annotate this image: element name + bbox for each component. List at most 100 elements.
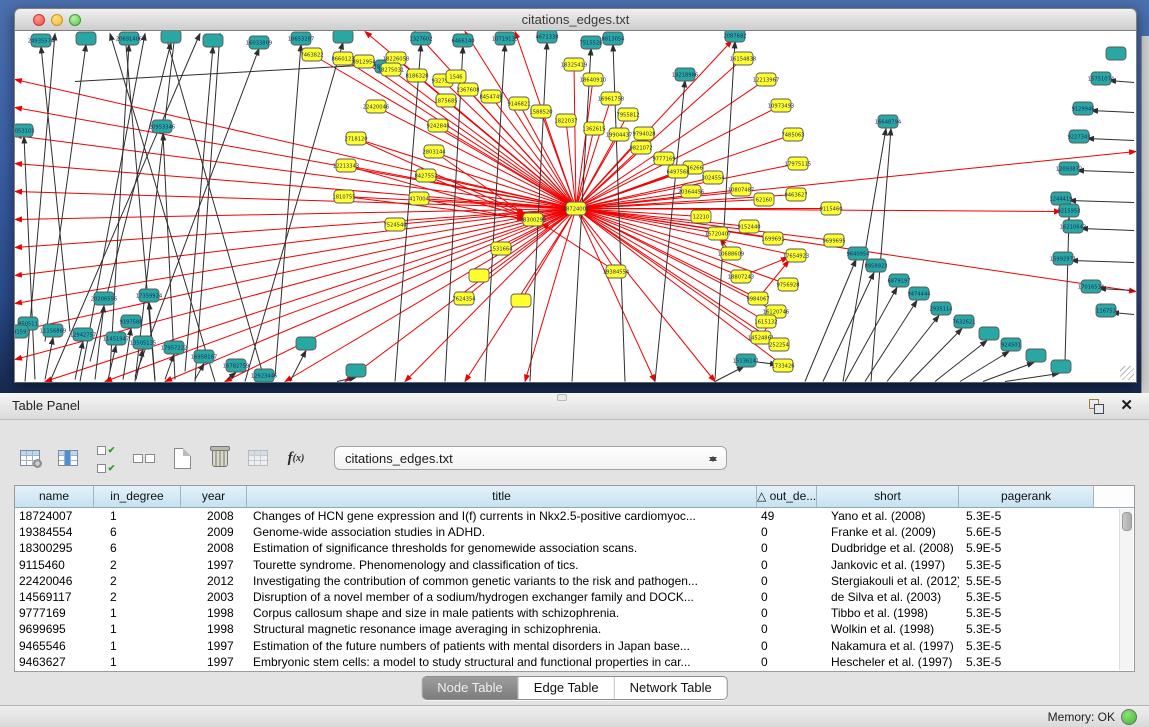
graph-node-yellow[interactable]: 2367608 <box>456 83 479 96</box>
graph-node-yellow[interactable]: 9152440 <box>737 220 760 233</box>
graph-node-teal[interactable]: 13505135 <box>130 336 156 349</box>
graph-node-yellow[interactable]: 1822037 <box>554 114 577 127</box>
table-row[interactable]: 1456911722003Disruption of a novel membe… <box>15 589 1134 605</box>
tab-network-table[interactable]: Network Table <box>614 677 727 699</box>
graph-node-yellow[interactable]: 18325419 <box>561 58 587 71</box>
graph-node-teal[interactable] <box>296 337 316 350</box>
column-header-short[interactable]: short <box>817 486 959 508</box>
table-row[interactable]: 911546021997Tourette syndrome. Phenomeno… <box>15 557 1134 573</box>
graph-node-yellow[interactable]: 1875685 <box>434 94 457 107</box>
graph-node-yellow[interactable]: 8660123 <box>331 52 354 65</box>
graph-node-yellow[interactable]: 18300295 <box>520 213 546 226</box>
graph-node-teal[interactable] <box>203 34 223 47</box>
graph-node-yellow[interactable]: 1362615 <box>582 122 605 135</box>
graph-node-teal[interactable]: 2935114 <box>929 302 953 315</box>
graph-node-teal[interactable]: 7515526 <box>579 36 602 49</box>
graph-node-yellow[interactable]: 16961758 <box>598 92 624 105</box>
graph-node-teal[interactable]: 9129946 <box>1071 102 1094 115</box>
graph-node-yellow[interactable]: 19904437 <box>606 128 632 141</box>
delete-column-icon[interactable] <box>208 446 232 470</box>
graph-node-teal[interactable]: 1327602 <box>409 32 432 45</box>
graph-node-yellow[interactable]: 16154838 <box>730 52 756 65</box>
graph-node-teal[interactable]: 20206556 <box>91 292 117 305</box>
graph-node-teal[interactable]: 16648794 <box>875 115 902 128</box>
graph-node-teal[interactable] <box>161 31 181 43</box>
create-column-icon[interactable] <box>170 446 194 470</box>
graph-node-yellow[interactable]: 2803144 <box>422 145 446 158</box>
graph-node-yellow[interactable]: 7624354 <box>452 292 476 305</box>
graph-node-yellow[interactable]: 12213967 <box>753 73 779 86</box>
graph-node-teal[interactable]: 17016534 <box>1078 280 1105 293</box>
graph-node-yellow[interactable]: 12213343 <box>333 159 359 172</box>
graph-node-teal[interactable]: 15992971 <box>1050 252 1076 265</box>
graph-node-yellow[interactable]: 8912954 <box>352 55 376 68</box>
graph-node-teal[interactable]: 924501 <box>1001 338 1021 351</box>
float-panel-button[interactable] <box>1089 399 1103 413</box>
column-header-in-degree[interactable]: in_degree <box>94 486 181 508</box>
graph-node-yellow[interactable]: 7524540 <box>383 218 406 231</box>
graph-node-teal[interactable]: 12942757 <box>70 328 96 341</box>
splitter-handle[interactable] <box>557 394 567 401</box>
column-header-year[interactable]: year <box>181 486 247 508</box>
graph-node-teal[interactable]: 24935574 <box>28 34 55 47</box>
graph-node-teal[interactable]: 4671338 <box>535 31 558 43</box>
graph-node-yellow[interactable]: 7955812 <box>616 108 639 121</box>
table-row[interactable]: 2242004622012Investigating the contribut… <box>15 573 1134 589</box>
graph-node-yellow[interactable]: 9463627 <box>784 188 807 201</box>
graph-node-teal[interactable]: 15136141 <box>733 354 759 367</box>
table-row[interactable]: 969969511998Structural magnetic resonanc… <box>15 621 1134 637</box>
graph-node-teal[interactable]: 9227343 <box>1067 130 1090 143</box>
graph-node-yellow[interactable]: 1531664 <box>489 242 513 255</box>
graph-node-yellow[interactable] <box>469 269 489 282</box>
graph-node-yellow[interactable]: 9115460 <box>819 202 842 215</box>
graph-node-yellow[interactable]: 1699691 <box>761 232 784 245</box>
graph-node-yellow[interactable]: 1733426 <box>771 359 794 372</box>
graph-node-yellow[interactable]: 19384554 <box>603 265 630 278</box>
column-header-out-de-[interactable]: △ out_de... <box>757 486 817 508</box>
graph-node-teal[interactable]: 10719135 <box>492 32 518 45</box>
graph-node-teal[interactable]: 17957222 <box>161 341 187 354</box>
graph-node-yellow[interactable]: 17654923 <box>783 249 809 262</box>
graph-node-teal[interactable] <box>76 32 96 45</box>
graph-node-teal[interactable]: 7632621 <box>952 315 975 328</box>
graph-node-yellow[interactable]: 17975115 <box>785 157 811 170</box>
graph-node-teal[interactable]: 9197588 <box>119 315 142 328</box>
graph-node-yellow[interactable]: 1588520 <box>529 105 552 118</box>
graph-node-yellow[interactable]: 12210 <box>691 210 711 223</box>
graph-node-yellow[interactable]: 9777169 <box>652 152 675 165</box>
graph-node-yellow[interactable]: 9146821 <box>507 97 530 110</box>
scrollbar-thumb[interactable] <box>1122 512 1132 531</box>
graph-node-yellow[interactable]: 22420046 <box>363 100 389 113</box>
graph-node-yellow[interactable]: 18807243 <box>728 270 754 283</box>
graph-node-teal[interactable]: 16782759 <box>223 359 249 372</box>
graph-node-teal[interactable]: 16210643 <box>1060 220 1086 233</box>
graph-node-teal[interactable]: 11451947 <box>103 332 129 345</box>
graph-node-yellow[interactable]: 9242848 <box>426 119 449 132</box>
column-header-title[interactable]: title <box>247 486 757 508</box>
graph-node-teal[interactable]: 16958167 <box>191 350 217 363</box>
table-selector-dropdown[interactable]: citations_edges.txt <box>334 446 727 470</box>
graph-node-yellow[interactable]: 62160 <box>754 193 774 206</box>
graph-node-teal[interactable] <box>1051 360 1071 373</box>
close-panel-button[interactable]: ✕ <box>1120 396 1133 414</box>
graph-node-teal[interactable] <box>346 364 366 377</box>
citation-network-graph[interactable]: 2493557420691406160338091065328778572241… <box>15 31 1136 382</box>
graph-node-yellow[interactable]: 6497568 <box>666 165 689 178</box>
graph-node-teal[interactable] <box>1106 47 1126 60</box>
graph-node-teal[interactable]: 2087682 <box>723 31 746 42</box>
graph-node-teal[interactable]: 8958923 <box>864 259 887 272</box>
graph-node-yellow[interactable]: 2718120 <box>344 132 367 145</box>
vertical-scrollbar[interactable] <box>1119 509 1133 670</box>
graph-node-teal[interactable]: 15751074 <box>1088 72 1115 85</box>
select-rows-icon[interactable]: ✔✔ <box>94 446 118 470</box>
graph-node-yellow[interactable]: 1810755 <box>332 190 355 203</box>
graph-node-teal[interactable]: 9640954 <box>846 247 870 260</box>
graph-node-yellow[interactable]: 8454749 <box>479 90 502 103</box>
graph-node-teal[interactable] <box>333 31 353 43</box>
table-row[interactable]: 1830029562008Estimation of significance … <box>15 540 1134 556</box>
graph-node-yellow[interactable]: 3024554 <box>701 171 725 184</box>
tab-node-table[interactable]: Node Table <box>422 677 518 699</box>
graph-node-yellow[interactable]: 10807487 <box>728 183 754 196</box>
graph-node-teal[interactable]: 6466140 <box>451 34 474 47</box>
graph-node-yellow[interactable]: 8427552 <box>414 169 437 182</box>
